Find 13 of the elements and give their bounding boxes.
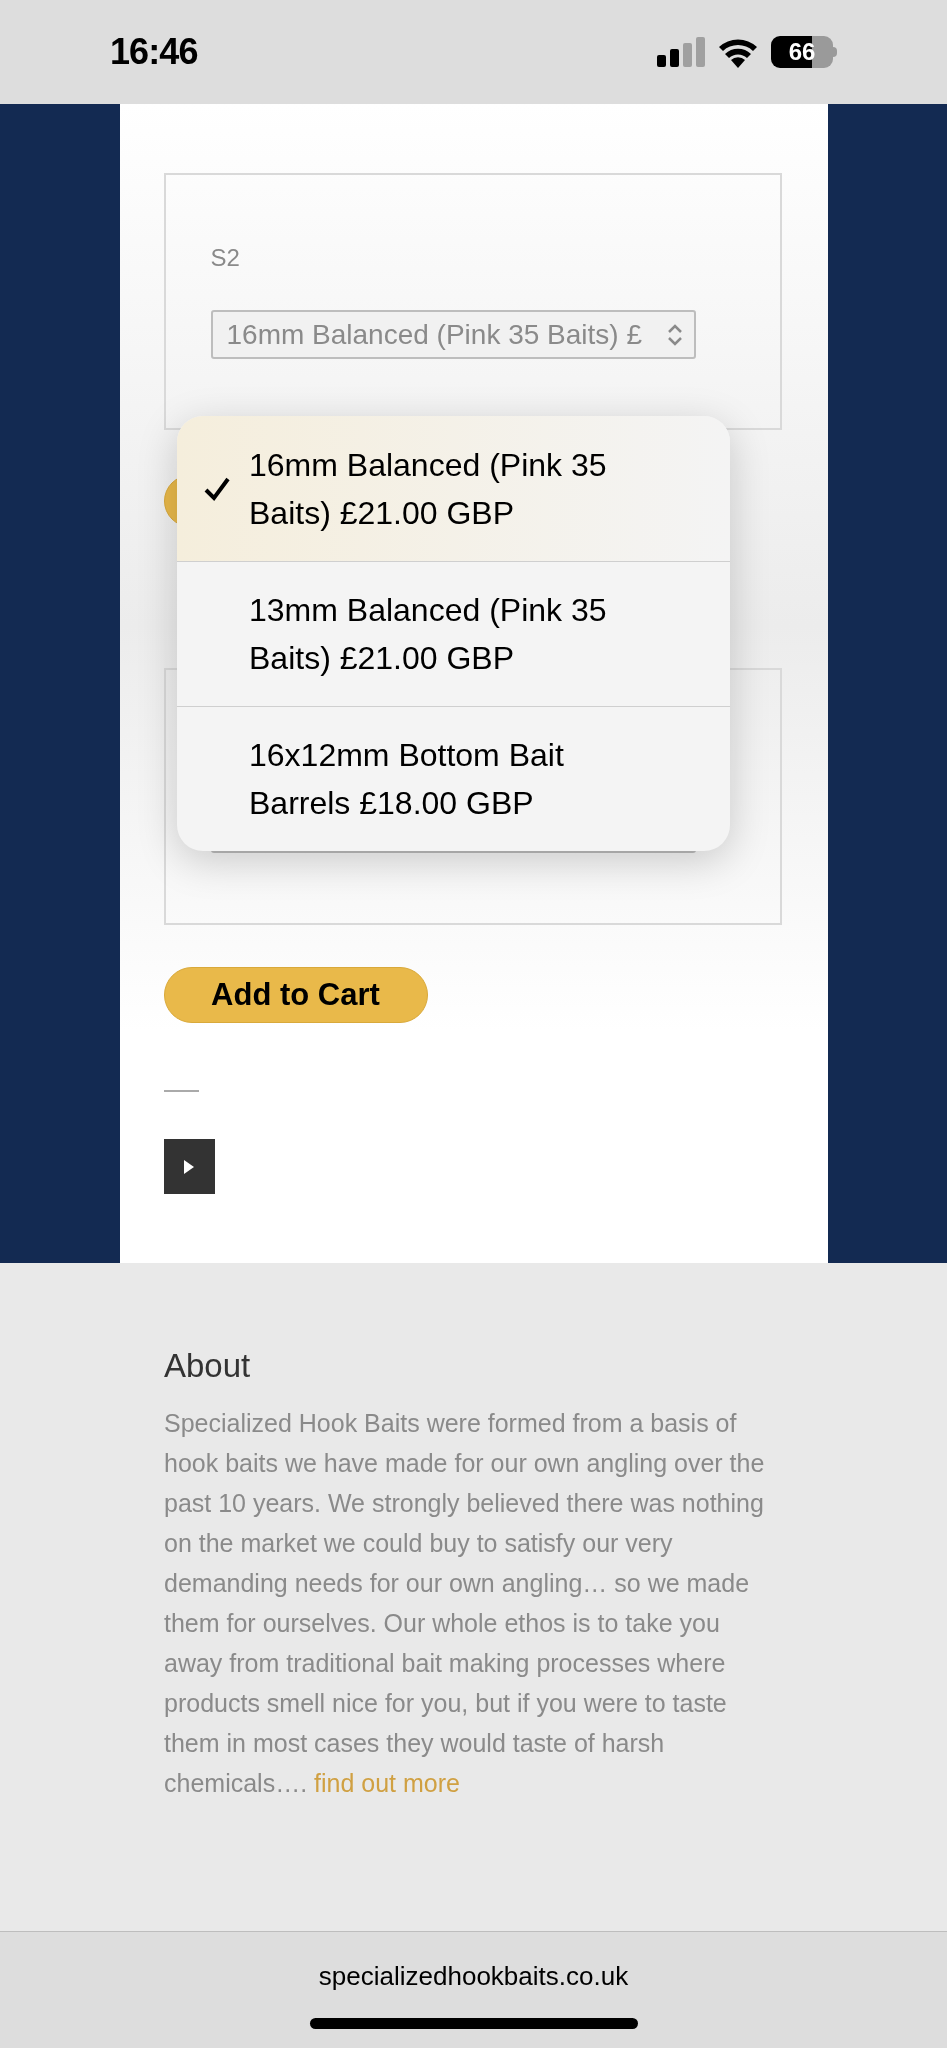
dropdown-option[interactable]: 16x12mm Bottom Bait Barrels £18.00 GBP xyxy=(177,706,730,851)
play-icon xyxy=(184,1159,194,1174)
add-to-cart-button[interactable]: Add to Cart xyxy=(163,967,428,1023)
play-button[interactable] xyxy=(163,1139,215,1194)
option-label: S2 xyxy=(210,243,241,273)
clock-time: 16:46 xyxy=(110,30,198,74)
checkmark-icon xyxy=(203,475,231,502)
about-text: Specialized Hook Baits were formed from a basis of hook baits we have made for our own angling over the past 10 years. We strongly believed there was nothing on the market we could buy to satisfy our very demanding needs for our own angling… so we made them for ourselves. Our whole ethos is to take you away from traditional bait making processes where products smell nice for you, but if you were to taste them in most cases they would taste of harsh chemicals…. find out more xyxy=(164,1407,766,1799)
dropdown-option[interactable]: 13mm Balanced (Pink 35 Baits) £21.00 GBP xyxy=(177,561,730,706)
url-text[interactable]: specializedhookbaits.co.uk xyxy=(318,1957,629,1996)
about-heading: About xyxy=(164,1346,252,1386)
dropdown-option[interactable]: 16mm Balanced (Pink 35 Baits) £21.00 GBP xyxy=(177,416,730,561)
signal-icon xyxy=(657,37,705,67)
